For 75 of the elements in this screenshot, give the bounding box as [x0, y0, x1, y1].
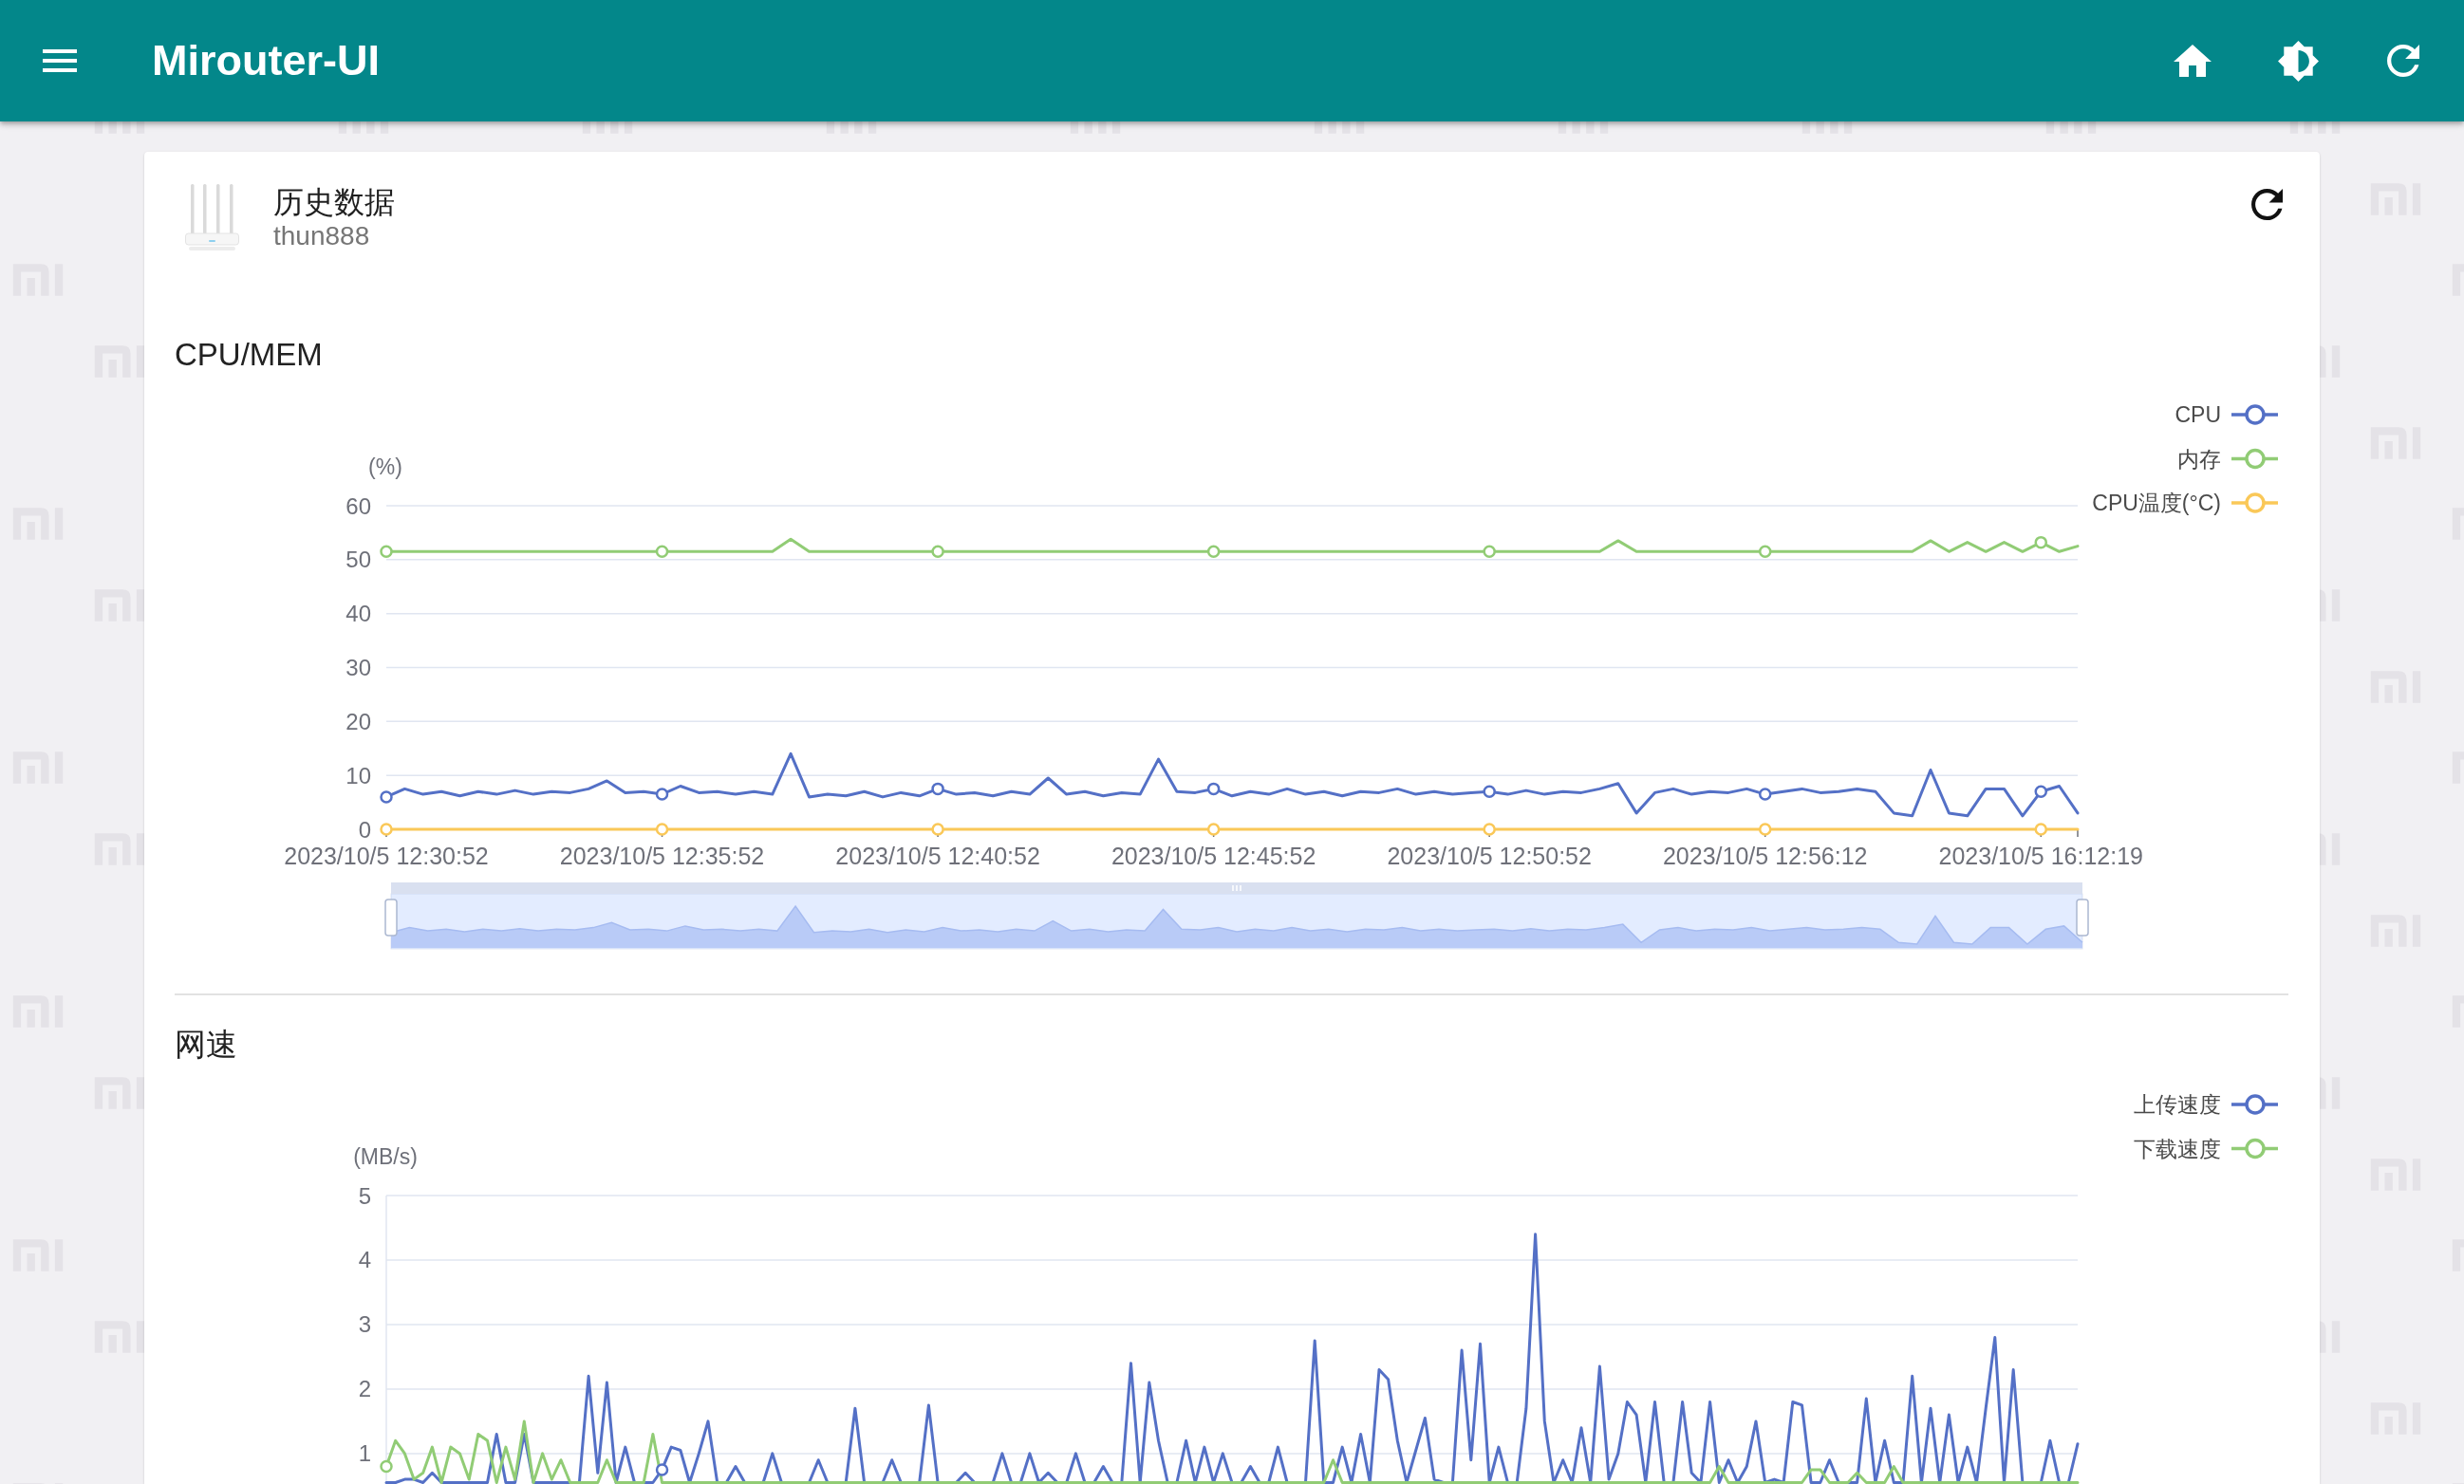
legend-item[interactable]: 下载速度 — [2134, 1136, 2278, 1161]
legend-marker-icon — [2231, 492, 2278, 513]
legend-marker-icon — [2231, 1138, 2278, 1159]
data-point — [380, 823, 393, 836]
axis-label: 50 — [345, 547, 371, 573]
data-point — [931, 823, 944, 836]
legend-item[interactable]: 上传速度 — [2134, 1092, 2278, 1117]
legend-marker-icon — [2231, 1094, 2278, 1115]
router-icon — [185, 184, 239, 250]
data-point — [655, 1463, 669, 1476]
data-point — [655, 788, 669, 801]
data-point — [1206, 545, 1221, 559]
legend-item[interactable]: CPU温度(°C) — [2092, 491, 2278, 515]
data-point — [1758, 788, 1772, 801]
move-handle[interactable] — [391, 882, 2082, 894]
legend-marker-icon — [2231, 448, 2278, 470]
data-point — [2034, 823, 2047, 836]
axis-label: 40 — [345, 601, 371, 627]
axis-label: 2023/10/5 12:30:52 — [284, 843, 489, 869]
legend-label: CPU — [2175, 402, 2221, 427]
data-point — [380, 545, 393, 559]
axis-label: 3 — [358, 1311, 371, 1338]
data-point — [655, 823, 669, 836]
axis-label: 30 — [345, 655, 371, 680]
axis-label: 2023/10/5 16:12:19 — [1938, 843, 2143, 869]
app-title: Mirouter-UI — [152, 36, 380, 85]
axis-label: 20 — [345, 708, 371, 734]
data-point — [1758, 545, 1772, 559]
refresh-icon — [2387, 45, 2419, 77]
data-point — [2034, 535, 2047, 549]
axis-label: 10 — [345, 762, 371, 788]
home-icon — [2174, 45, 2212, 77]
axis-title: (%) — [368, 454, 402, 479]
brightness-icon — [2277, 40, 2319, 82]
axis-label: 2023/10/5 12:40:52 — [835, 843, 1040, 869]
legend-marker-icon — [2231, 404, 2278, 425]
axis-label: 2023/10/5 12:50:52 — [1387, 843, 1592, 869]
card-title: 历史数据 — [273, 184, 395, 221]
legend-item[interactable]: 内存 — [2177, 446, 2278, 472]
axis-label: 4 — [358, 1247, 371, 1273]
data-point — [1758, 823, 1772, 836]
legend-item[interactable]: CPU — [2175, 402, 2278, 427]
refresh-icon — [2250, 188, 2283, 220]
zoom-slider[interactable] — [384, 882, 2089, 950]
slider-handle[interactable] — [384, 899, 398, 937]
data-point — [931, 782, 944, 796]
axis-title: (MB/s) — [353, 1144, 418, 1169]
slider-handle[interactable] — [2076, 899, 2089, 937]
section-title: 网速 — [175, 1026, 237, 1064]
axis-label: 60 — [345, 492, 371, 519]
data-point — [1206, 823, 1221, 836]
axis-label: 0 — [358, 816, 371, 843]
data-point — [2034, 785, 2047, 798]
data-point — [655, 545, 669, 559]
section-title: CPU/MEM — [175, 336, 323, 374]
legend-label: CPU温度(°C) — [2092, 491, 2221, 515]
axis-label: 1 — [358, 1440, 371, 1467]
data-point — [380, 1459, 393, 1474]
data-point — [931, 545, 944, 559]
card-subtitle: thun888 — [273, 221, 371, 251]
data-point — [1483, 785, 1496, 798]
legend-label: 内存 — [2177, 446, 2221, 472]
axis-label: 2023/10/5 12:45:52 — [1111, 843, 1316, 869]
data-point — [380, 790, 393, 804]
axis-label: 2 — [358, 1376, 371, 1402]
axis-label: 2023/10/5 12:56:12 — [1663, 843, 1868, 869]
refresh-button[interactable] — [2249, 186, 2285, 222]
axis-label: 5 — [358, 1182, 371, 1209]
data-point — [1483, 823, 1496, 836]
data-point — [1483, 545, 1496, 559]
menu-icon — [43, 49, 77, 72]
axis-label: 2023/10/5 12:35:52 — [559, 843, 765, 869]
legend-label: 上传速度 — [2134, 1092, 2221, 1117]
legend-label: 下载速度 — [2134, 1136, 2221, 1161]
data-point — [1206, 782, 1221, 796]
